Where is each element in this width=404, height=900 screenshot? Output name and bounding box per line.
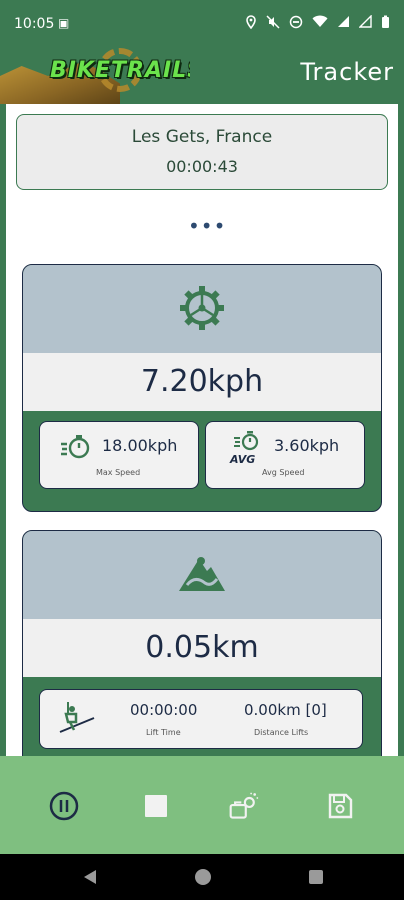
- max-speed-card: 18.00kph Max Speed: [39, 421, 199, 489]
- wifi-icon: [312, 15, 328, 27]
- lift-distance-label: Distance Lifts: [254, 728, 309, 737]
- speed-card: 7.20kph 18.00kph Max Speed AVG 3.60kph A…: [22, 264, 382, 512]
- status-time: 10:05: [14, 16, 55, 32]
- avg-speed-value: 3.60kph: [274, 436, 340, 455]
- more-options-indicator[interactable]: •••: [188, 214, 226, 238]
- save-icon[interactable]: [324, 790, 356, 822]
- dnd-icon: [289, 15, 303, 29]
- status-bar: 10:05 ▣: [0, 0, 404, 48]
- logo-text: BIKETRAILS: [50, 58, 190, 83]
- avg-speed-label: Avg Speed: [262, 468, 305, 477]
- location-name: Les Gets, France: [131, 127, 273, 147]
- current-speed-value: 7.20kph: [23, 353, 381, 411]
- distance-card: 0.05km 00:00:00 Lift Time 0.00km [0] Dis…: [22, 530, 382, 756]
- signal-icon: [338, 16, 349, 27]
- back-icon[interactable]: [84, 870, 96, 884]
- gear-icon: [180, 286, 224, 330]
- lift-time-label: Lift Time: [146, 728, 181, 737]
- speed-card-details: 18.00kph Max Speed AVG 3.60kph Avg Speed: [23, 411, 381, 511]
- recent-apps-icon[interactable]: [309, 870, 323, 884]
- lift-stats-card: 00:00:00 Lift Time 0.00km [0] Distance L…: [39, 689, 363, 749]
- main-content[interactable]: Les Gets, France 00:00:43 ••• 7.20kph 18…: [6, 104, 398, 756]
- max-speed-label: Max Speed: [96, 468, 141, 477]
- sim-card-icon: ▣: [58, 16, 70, 30]
- location-card: Les Gets, France 00:00:43: [16, 114, 388, 190]
- distance-value: 0.05km: [23, 619, 381, 677]
- stopwatch-icon: [61, 435, 90, 459]
- distance-card-header: [23, 531, 381, 619]
- page-title: Tracker: [300, 58, 394, 86]
- avg-speed-card: AVG 3.60kph Avg Speed: [205, 421, 365, 489]
- distance-card-details: 00:00:00 Lift Time 0.00km [0] Distance L…: [23, 677, 381, 756]
- add-photo-icon[interactable]: [228, 790, 260, 822]
- app-logo: BIKETRAILS: [0, 48, 190, 104]
- location-icon: [246, 15, 256, 29]
- stop-icon[interactable]: [140, 790, 172, 822]
- speed-card-header: [23, 265, 381, 353]
- avg-icon-text: AVG: [229, 453, 255, 466]
- max-speed-value: 18.00kph: [102, 436, 178, 455]
- elapsed-time: 00:00:43: [166, 157, 238, 176]
- bottom-action-bar: [0, 756, 404, 854]
- lift-distance-value: 0.00km [0]: [244, 701, 327, 719]
- pause-icon[interactable]: [48, 790, 80, 822]
- signal-icon: [359, 15, 372, 28]
- ski-lift-icon: [59, 702, 95, 733]
- stopwatch-avg-icon: AVG: [229, 431, 259, 466]
- mute-icon: [266, 15, 280, 29]
- lift-time-value: 00:00:00: [130, 701, 198, 719]
- app-header: BIKETRAILS Tracker: [0, 48, 404, 104]
- status-icons: [245, 15, 390, 29]
- home-icon[interactable]: [195, 869, 211, 885]
- mountain-bike-icon: [179, 557, 225, 591]
- battery-icon: [382, 15, 389, 28]
- system-nav-bar: [0, 854, 404, 900]
